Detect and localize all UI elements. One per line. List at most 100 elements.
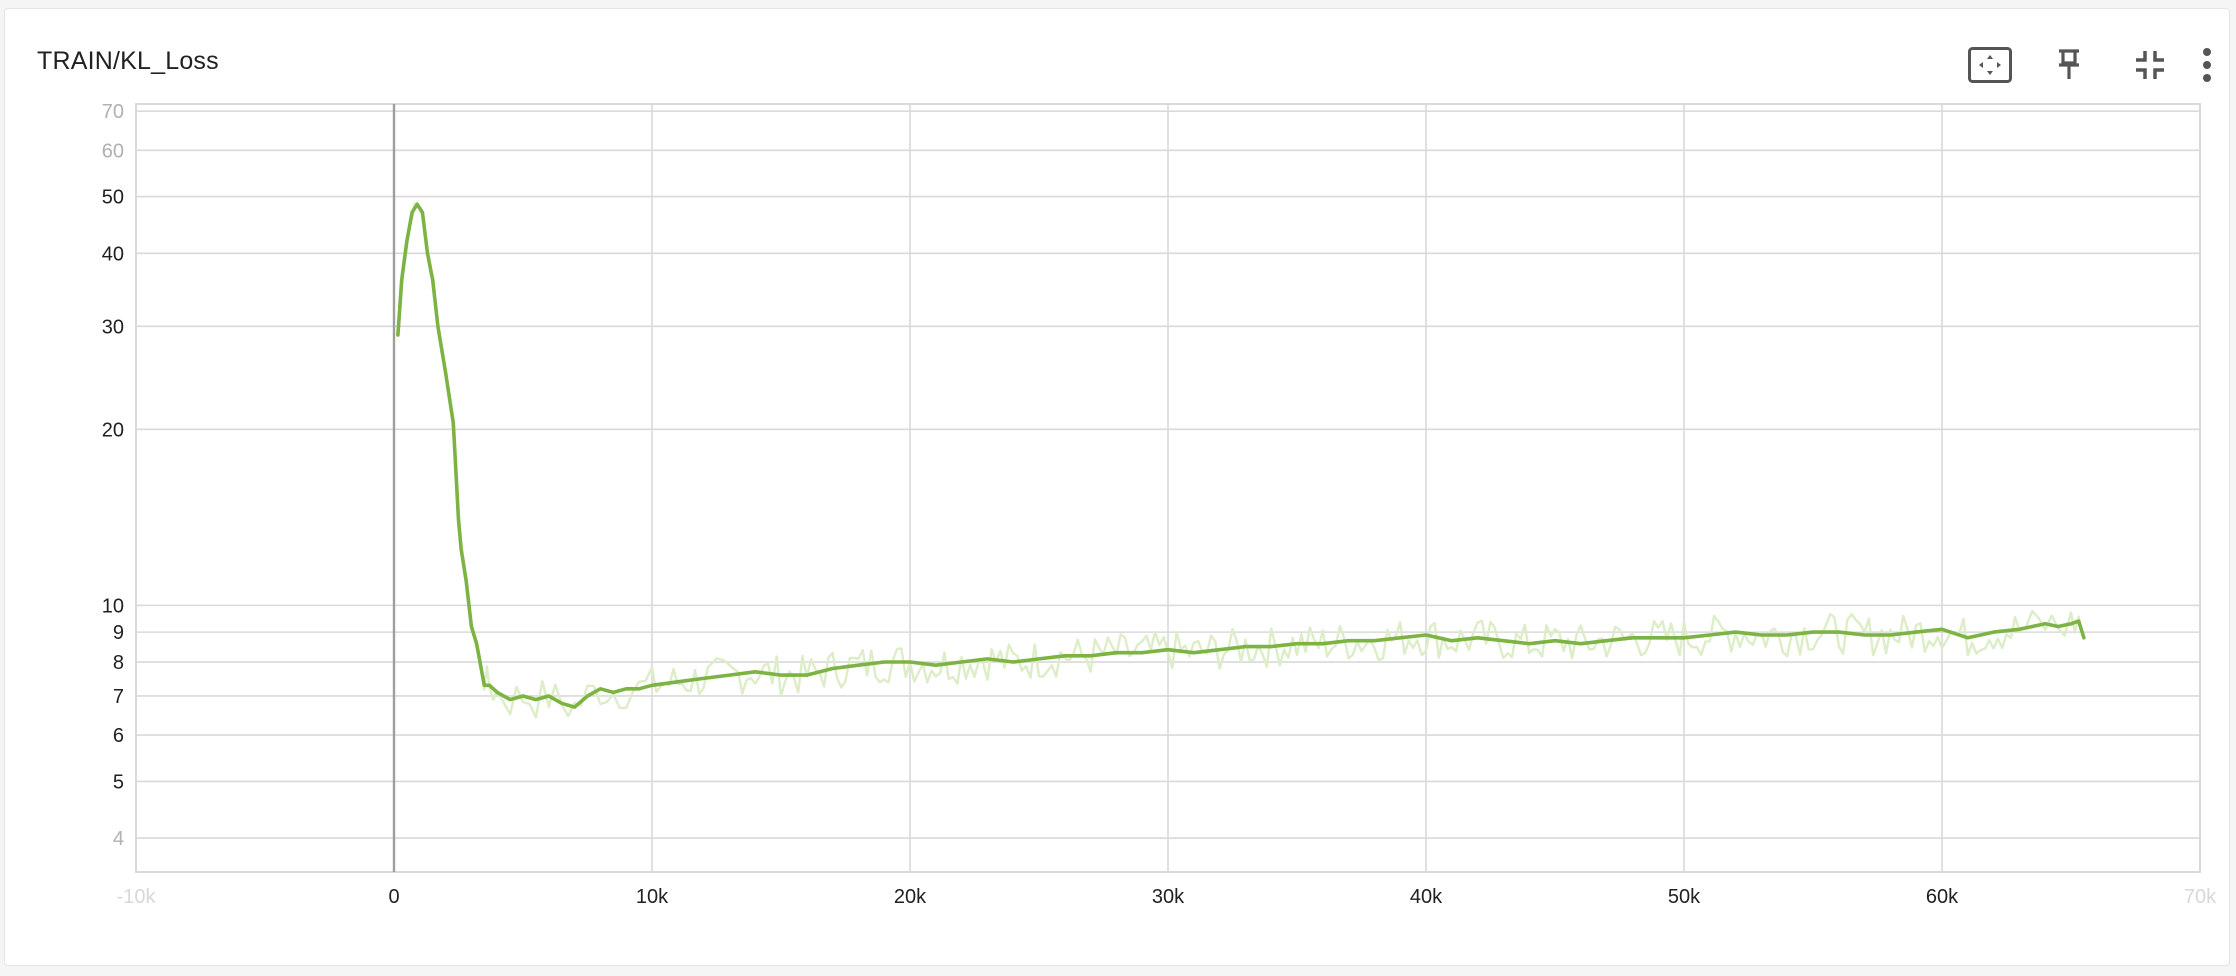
data-point[interactable] (960, 660, 964, 664)
data-point[interactable] (1398, 636, 1402, 640)
data-point[interactable] (436, 324, 440, 328)
data-point[interactable] (1863, 633, 1867, 637)
data-point[interactable] (1089, 654, 1093, 658)
data-point[interactable] (1295, 642, 1299, 646)
data-point[interactable] (444, 371, 448, 375)
data-point[interactable] (1450, 639, 1454, 643)
data-point[interactable] (469, 625, 473, 629)
data-point[interactable] (420, 210, 424, 214)
data-point[interactable] (2043, 622, 2047, 626)
data-point[interactable] (1940, 627, 1944, 631)
data-point[interactable] (1218, 648, 1222, 652)
data-point[interactable] (1527, 642, 1531, 646)
x-tick-label: 0 (388, 886, 399, 908)
y-tick-label: 10 (102, 595, 124, 617)
data-point[interactable] (1682, 636, 1686, 640)
data-point[interactable] (985, 657, 989, 661)
data-point[interactable] (405, 239, 409, 243)
data-point[interactable] (1011, 660, 1015, 664)
data-point[interactable] (2017, 627, 2021, 631)
data-point[interactable] (1321, 642, 1325, 646)
data-point[interactable] (457, 518, 461, 522)
data-point[interactable] (1759, 633, 1763, 637)
data-point[interactable] (1966, 636, 1970, 640)
data-point[interactable] (1811, 630, 1815, 634)
data-point[interactable] (1888, 633, 1892, 637)
data-point[interactable] (1605, 639, 1609, 643)
data-point[interactable] (650, 683, 654, 687)
data-point[interactable] (856, 663, 860, 667)
data-point[interactable] (508, 698, 512, 702)
data-point[interactable] (464, 579, 468, 583)
data-point[interactable] (1269, 645, 1273, 649)
y-tick-label: 6 (113, 725, 124, 747)
data-point[interactable] (624, 687, 628, 691)
data-point[interactable] (882, 660, 886, 664)
data-point[interactable] (482, 683, 486, 687)
data-point[interactable] (1785, 633, 1789, 637)
data-point[interactable] (1063, 654, 1067, 658)
data-point[interactable] (495, 690, 499, 694)
data-point[interactable] (1837, 630, 1841, 634)
data-point[interactable] (1579, 642, 1583, 646)
data-point[interactable] (521, 694, 525, 698)
data-point[interactable] (637, 687, 641, 691)
data-point[interactable] (1708, 633, 1712, 637)
data-point[interactable] (2069, 622, 2073, 626)
data-point[interactable] (586, 694, 590, 698)
data-point[interactable] (459, 547, 463, 551)
data-point[interactable] (1501, 639, 1505, 643)
data-point[interactable] (534, 698, 538, 702)
data-point[interactable] (1037, 657, 1041, 661)
data-point[interactable] (1243, 645, 1247, 649)
data-point[interactable] (547, 694, 551, 698)
data-point[interactable] (1140, 651, 1144, 655)
data-point[interactable] (753, 670, 757, 674)
data-point[interactable] (475, 642, 479, 646)
data-point[interactable] (908, 660, 912, 664)
data-point[interactable] (1347, 639, 1351, 643)
data-point[interactable] (611, 690, 615, 694)
data-point[interactable] (934, 663, 938, 667)
data-point[interactable] (1553, 639, 1557, 643)
data-point[interactable] (727, 673, 731, 677)
x-tick-label: 40k (1410, 886, 1443, 908)
data-point[interactable] (1734, 630, 1738, 634)
data-point[interactable] (400, 278, 404, 282)
data-point[interactable] (2030, 625, 2034, 629)
data-point[interactable] (396, 333, 400, 337)
data-point[interactable] (1114, 651, 1118, 655)
data-point[interactable] (415, 202, 419, 206)
data-point[interactable] (487, 683, 491, 687)
data-point[interactable] (1192, 651, 1196, 655)
x-tick-label: 50k (1668, 886, 1701, 908)
data-point[interactable] (2056, 625, 2060, 629)
data-point[interactable] (1914, 630, 1918, 634)
x-tick-label: -10k (117, 886, 157, 908)
y-tick-label: 4 (113, 828, 124, 850)
data-point[interactable] (831, 666, 835, 670)
data-point[interactable] (2082, 636, 2086, 640)
data-point[interactable] (410, 210, 414, 214)
data-point[interactable] (598, 687, 602, 691)
y-tick-label: 30 (102, 316, 124, 338)
data-point[interactable] (2077, 619, 2081, 623)
line-chart[interactable]: 4 5 6 7 8 9 10 20 30 40 50 60 70 -10k 0 10k 20k 30k 40k 50k… (0, 0, 2236, 976)
data-point[interactable] (702, 676, 706, 680)
data-point[interactable] (426, 251, 430, 255)
data-point[interactable] (1166, 648, 1170, 652)
data-point[interactable] (1992, 630, 1996, 634)
data-point[interactable] (676, 680, 680, 684)
data-point[interactable] (805, 673, 809, 677)
data-point[interactable] (431, 278, 435, 282)
data-point[interactable] (560, 701, 564, 705)
data-point[interactable] (1656, 636, 1660, 640)
data-point[interactable] (1630, 636, 1634, 640)
x-tick-label: 10k (636, 886, 669, 908)
data-point[interactable] (1372, 639, 1376, 643)
data-point[interactable] (1424, 633, 1428, 637)
data-point[interactable] (451, 421, 455, 425)
data-point[interactable] (1476, 636, 1480, 640)
data-point[interactable] (779, 673, 783, 677)
data-point[interactable] (573, 705, 577, 709)
